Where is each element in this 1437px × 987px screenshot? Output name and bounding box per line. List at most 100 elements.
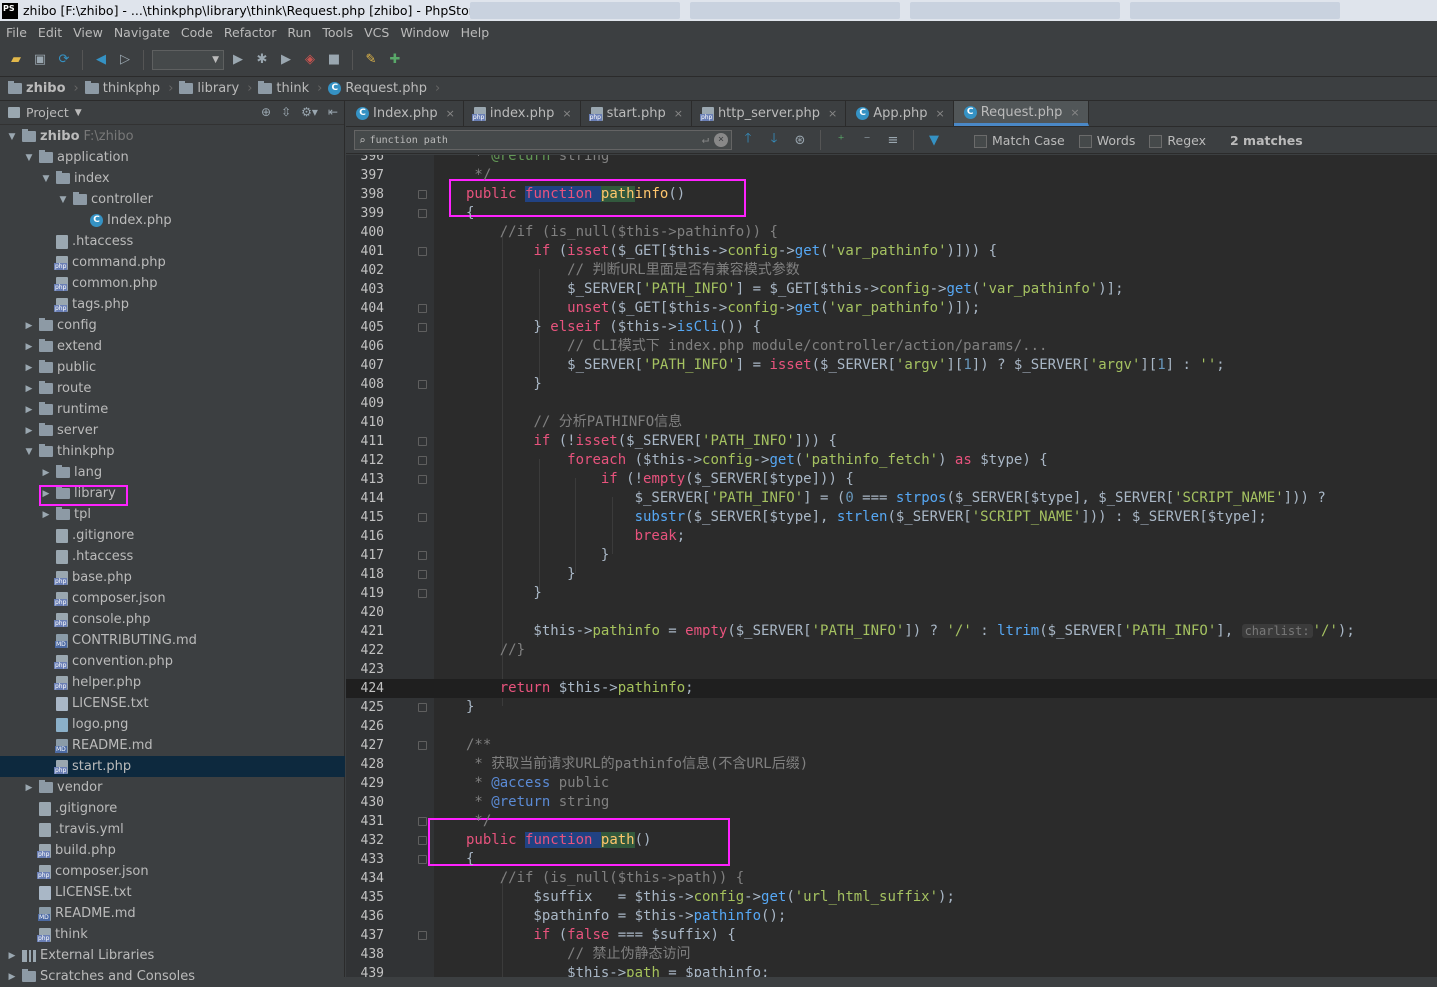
project-view-select[interactable]: Project	[26, 105, 69, 120]
code-line[interactable]: 426	[346, 717, 1437, 736]
close-icon[interactable]: ×	[828, 107, 837, 120]
locate-icon[interactable]: ⊕	[261, 105, 271, 119]
tree-item[interactable]: .gitignore	[0, 525, 345, 546]
menu-file[interactable]: File	[0, 25, 32, 40]
chevron-right-icon[interactable]: ▶	[23, 342, 35, 352]
words-checkbox[interactable]: Words	[1078, 133, 1135, 148]
fold-marker-icon[interactable]	[418, 475, 427, 484]
code-line[interactable]: 439 $this->path = $pathinfo;	[346, 964, 1437, 977]
editor-tab[interactable]: index.php ×	[464, 101, 581, 126]
stop-icon[interactable]: ■	[324, 50, 344, 70]
taskbar-window[interactable]	[1130, 2, 1340, 19]
forward-icon[interactable]: ▷	[115, 50, 135, 70]
menu-navigate[interactable]: Navigate	[108, 25, 175, 40]
regex-checkbox[interactable]: Regex	[1149, 133, 1206, 148]
code-line[interactable]: 421 $this->pathinfo = empty($_SERVER['PA…	[346, 622, 1437, 641]
chevron-right-icon[interactable]: ▶	[23, 405, 35, 415]
chevron-down-icon[interactable]: ▼	[23, 447, 35, 457]
coverage-icon[interactable]: ▶	[276, 50, 296, 70]
menu-view[interactable]: View	[67, 25, 108, 40]
taskbar-window[interactable]	[690, 2, 900, 19]
code-line[interactable]: 420	[346, 603, 1437, 622]
code-line[interactable]: 406 // CLI模式下 index.php module/controlle…	[346, 337, 1437, 356]
menu-window[interactable]: Window	[394, 25, 454, 40]
tree-item[interactable]: README.md	[0, 903, 345, 924]
fold-marker-icon[interactable]	[418, 931, 427, 940]
save-icon[interactable]: ▣	[30, 50, 50, 70]
code-line[interactable]: 408 }	[346, 375, 1437, 394]
tree-item[interactable]: ▶ runtime	[0, 399, 345, 420]
tree-item[interactable]: ▼ zhibo F:\zhibo	[0, 126, 345, 147]
chevron-right-icon[interactable]: ▶	[23, 321, 35, 331]
taskbar-window[interactable]	[910, 2, 1120, 19]
breadcrumb-item[interactable]: library ›	[179, 81, 258, 96]
tree-item[interactable]: C Index.php	[0, 210, 345, 231]
fold-marker-icon[interactable]	[418, 456, 427, 465]
code-line[interactable]: 400 //if (is_null($this->pathinfo)) {	[346, 223, 1437, 242]
menu-tools[interactable]: Tools	[316, 25, 358, 40]
code-line[interactable]: 432 public function path()	[346, 831, 1437, 850]
tree-item[interactable]: think	[0, 924, 345, 945]
tree-item[interactable]: ▶ route	[0, 378, 345, 399]
close-icon[interactable]: ×	[935, 107, 944, 120]
fold-marker-icon[interactable]	[418, 513, 427, 522]
fold-marker-icon[interactable]	[418, 323, 427, 332]
tree-item[interactable]: command.php	[0, 252, 345, 273]
open-folder-icon[interactable]: ▰	[6, 50, 26, 70]
tree-item[interactable]: logo.png	[0, 714, 345, 735]
chevron-down-icon[interactable]: ▼	[57, 195, 69, 205]
code-line[interactable]: 415 substr($_SERVER[$type], strlen($_SER…	[346, 508, 1437, 527]
tree-item[interactable]: ▶ extend	[0, 336, 345, 357]
tree-item[interactable]: ▶ server	[0, 420, 345, 441]
find-all-icon[interactable]: ⊛	[790, 130, 810, 150]
match-case-checkbox[interactable]: Match Case	[974, 133, 1065, 148]
chevron-right-icon[interactable]: ▶	[40, 489, 52, 499]
fold-marker-icon[interactable]	[418, 190, 427, 199]
fold-marker-icon[interactable]	[418, 551, 427, 560]
fold-marker-icon[interactable]	[418, 304, 427, 313]
tree-item[interactable]: .htaccess	[0, 546, 345, 567]
fold-marker-icon[interactable]	[418, 380, 427, 389]
code-line[interactable]: 431 */	[346, 812, 1437, 831]
code-line[interactable]: 438 // 禁止伪静态访问	[346, 945, 1437, 964]
editor-tab[interactable]: C Request.php ×	[953, 101, 1089, 126]
tree-item[interactable]: ▶ vendor	[0, 777, 345, 798]
tree-item[interactable]: ▶ library	[0, 483, 345, 504]
tree-item[interactable]: .gitignore	[0, 798, 345, 819]
chevron-right-icon[interactable]: ▶	[23, 426, 35, 436]
tree-item[interactable]: ▼ index	[0, 168, 345, 189]
editor-tab[interactable]: http_server.php ×	[692, 101, 847, 126]
tree-item[interactable]: ▼ application	[0, 147, 345, 168]
code-line[interactable]: 423	[346, 660, 1437, 679]
breadcrumb-item[interactable]: zhibo ›	[8, 81, 85, 96]
chevron-right-icon[interactable]: ▶	[40, 510, 52, 520]
code-line[interactable]: 424 return $this->pathinfo;	[346, 679, 1437, 698]
code-line[interactable]: 422 //}	[346, 641, 1437, 660]
profile-icon[interactable]: ◈	[300, 50, 320, 70]
fold-marker-icon[interactable]	[418, 209, 427, 218]
menu-code[interactable]: Code	[175, 25, 218, 40]
code-line[interactable]: 429 * @access public	[346, 774, 1437, 793]
gear-icon[interactable]: ⚙▾	[301, 105, 318, 119]
tree-item[interactable]: helper.php	[0, 672, 345, 693]
tree-item[interactable]: composer.json	[0, 861, 345, 882]
code-line[interactable]: 418 }	[346, 565, 1437, 584]
code-line[interactable]: 427 /**	[346, 736, 1437, 755]
fold-marker-icon[interactable]	[418, 247, 427, 256]
code-line[interactable]: 430 * @return string	[346, 793, 1437, 812]
tree-item[interactable]: ▶ config	[0, 315, 345, 336]
code-line[interactable]: 417 }	[346, 546, 1437, 565]
fold-marker-icon[interactable]	[418, 703, 427, 712]
collapse-all-icon[interactable]: ⇳	[281, 105, 291, 119]
tree-item[interactable]: common.php	[0, 273, 345, 294]
tree-item[interactable]: build.php	[0, 840, 345, 861]
code-line[interactable]: 399 {	[346, 204, 1437, 223]
chevron-right-icon[interactable]: ▶	[23, 363, 35, 373]
fold-marker-icon[interactable]	[418, 570, 427, 579]
fold-marker-icon[interactable]	[418, 437, 427, 446]
menu-help[interactable]: Help	[455, 25, 495, 40]
chevron-down-icon[interactable]: ▼	[75, 108, 82, 118]
menu-edit[interactable]: Edit	[32, 25, 67, 40]
editor-tab[interactable]: C Index.php ×	[346, 101, 464, 126]
chevron-right-icon[interactable]: ▶	[40, 468, 52, 478]
